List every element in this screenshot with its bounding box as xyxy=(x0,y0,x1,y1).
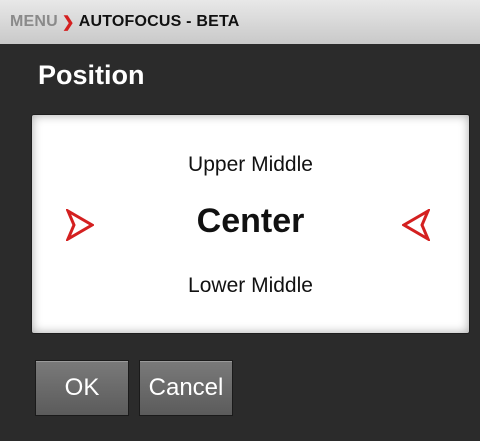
breadcrumb-current: AUTOFOCUS - BETA xyxy=(78,13,240,30)
breadcrumb: MENU ❯ AUTOFOCUS - BETA xyxy=(0,0,480,44)
cancel-button[interactable]: Cancel xyxy=(139,360,233,416)
position-picker[interactable]: Upper Middle Center Lower Middle xyxy=(32,115,469,333)
option-lower-middle[interactable]: Lower Middle xyxy=(32,274,469,298)
page-title: Position xyxy=(38,60,145,90)
breadcrumb-separator-icon: ❯ xyxy=(61,14,75,31)
option-upper-middle[interactable]: Upper Middle xyxy=(32,153,469,177)
autofocus-position-screen: MENU ❯ AUTOFOCUS - BETA Position Upper M… xyxy=(0,0,480,441)
scroll-left-arrow-icon[interactable] xyxy=(402,209,430,241)
breadcrumb-menu[interactable]: MENU xyxy=(10,13,58,31)
ok-button[interactable]: OK xyxy=(35,360,129,416)
